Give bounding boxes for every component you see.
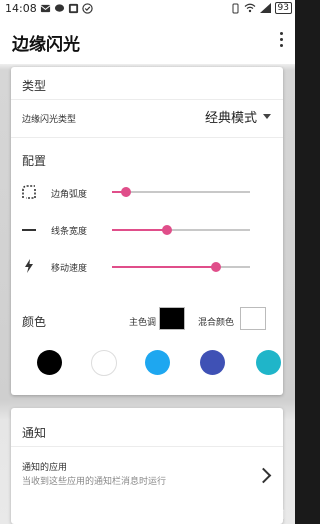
slider-thumb[interactable]	[210, 262, 221, 272]
line-width-slider[interactable]	[112, 225, 250, 235]
flash-type-label: 边缘闪光类型	[22, 115, 77, 125]
status-bar: 14:08 93	[0, 0, 295, 18]
corner-radius-label: 边角弧度	[51, 190, 88, 200]
page-title: 边缘闪光	[12, 35, 80, 55]
notify-section-header: 通知	[22, 426, 47, 440]
line-width-icon	[22, 229, 36, 231]
divider	[11, 446, 283, 447]
slider-track	[112, 191, 250, 193]
divider	[11, 99, 283, 100]
notification-icons	[40, 3, 93, 14]
divider	[11, 137, 283, 138]
main-color-label: 主色调	[129, 318, 157, 328]
wifi-icon	[244, 3, 255, 13]
screen: 14:08 93 边缘闪光 类型 边缘闪光类型 经典模式 配置 边角弧度 线条宽…	[0, 0, 295, 524]
signal-icon	[259, 3, 271, 13]
more-vert-dot	[279, 44, 283, 47]
color-option-light-blue[interactable]	[145, 350, 170, 375]
check-circle-icon	[82, 3, 93, 14]
slider-thumb[interactable]	[162, 225, 173, 235]
slider-thumb[interactable]	[120, 187, 131, 197]
config-section-header: 配置	[22, 154, 47, 168]
slider-fill	[112, 229, 168, 231]
more-vert-dot	[279, 38, 283, 41]
type-section-header: 类型	[22, 79, 47, 93]
color-section-header: 颜色	[22, 315, 47, 329]
mail-icon	[40, 4, 51, 13]
color-option-white[interactable]	[91, 350, 117, 376]
battery-indicator: 93	[274, 2, 292, 14]
flash-type-dropdown[interactable]: 经典模式	[205, 107, 271, 126]
chat-bubble-icon	[54, 4, 65, 12]
vibrate-icon	[232, 3, 239, 13]
rounded-corner-icon	[22, 185, 36, 199]
notify-apps-subtitle: 当收到这些应用的通知栏消息时运行	[22, 477, 167, 487]
notify-apps-item[interactable]: 通知的应用 当收到这些应用的通知栏消息时运行	[11, 448, 283, 488]
mix-color-label: 混合颜色	[198, 318, 235, 328]
mix-color-swatch[interactable]	[240, 307, 266, 330]
lightning-icon	[25, 259, 33, 273]
move-speed-label: 移动速度	[51, 264, 88, 274]
slider-fill	[112, 266, 216, 268]
settings-card: 类型 边缘闪光类型 经典模式 配置 边角弧度 线条宽度 移动速度 颜色 主色调 …	[11, 67, 283, 395]
overflow-menu-button[interactable]	[277, 32, 285, 50]
flash-type-value: 经典模式	[204, 111, 257, 126]
main-color-swatch[interactable]	[159, 307, 185, 330]
image-icon	[68, 3, 79, 14]
more-vert-icon	[279, 32, 283, 35]
status-right: 93	[231, 2, 292, 14]
color-option-black[interactable]	[37, 350, 62, 375]
dropdown-arrow-icon	[263, 114, 271, 119]
line-width-label: 线条宽度	[51, 227, 88, 237]
app-bar: 边缘闪光	[0, 18, 295, 64]
color-option-cyan[interactable]	[256, 350, 281, 375]
status-time: 14:08	[5, 2, 37, 15]
notify-apps-title: 通知的应用	[22, 463, 68, 473]
color-option-indigo[interactable]	[200, 350, 225, 375]
corner-radius-slider[interactable]	[112, 187, 250, 197]
move-speed-slider[interactable]	[112, 262, 250, 272]
chevron-right-icon	[255, 467, 272, 484]
watermark-subtitle: 太平洋电脑网	[225, 510, 285, 521]
